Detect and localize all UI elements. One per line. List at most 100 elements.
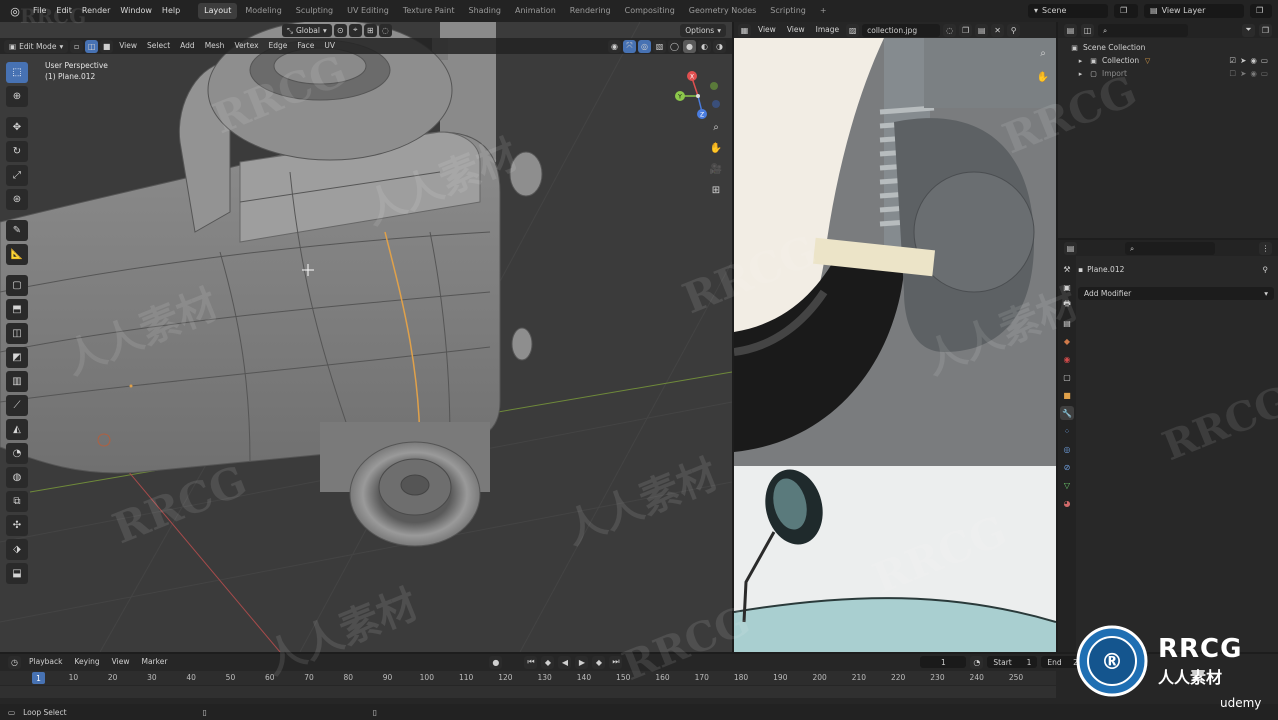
transform-tool-icon[interactable]: ⊛ bbox=[6, 189, 28, 210]
outliner-row-import[interactable]: ▸ ▢ Import ☐ ➤ ◉ ▭ bbox=[1058, 67, 1278, 80]
pan-hand-icon[interactable]: ✋ bbox=[707, 139, 725, 157]
menu-view[interactable]: View bbox=[115, 38, 141, 54]
perspective-grid-icon[interactable]: ⊞ bbox=[707, 181, 725, 199]
outliner-row-collection[interactable]: ▸ ▣ Collection ▽ ☑ ➤ ◉ ▭ bbox=[1058, 54, 1278, 67]
spin-tool-icon[interactable]: ◔ bbox=[6, 443, 28, 464]
vertex-select-icon[interactable]: ▫ bbox=[70, 39, 84, 53]
knife-tool-icon[interactable]: ⟋ bbox=[6, 395, 28, 416]
camera-icon[interactable]: ▭ bbox=[1261, 69, 1268, 78]
shrink-fatten-tool-icon[interactable]: ✣ bbox=[6, 515, 28, 536]
menu-edit[interactable]: Edit bbox=[51, 0, 77, 22]
cursor-tool-icon[interactable]: ⊕ bbox=[6, 86, 28, 107]
bevel-tool-icon[interactable]: ◩ bbox=[6, 347, 28, 368]
menu-help[interactable]: Help bbox=[157, 0, 185, 22]
editor-type-icon[interactable]: ▤ bbox=[1064, 23, 1077, 37]
material-tab-icon[interactable]: ◕ bbox=[1060, 496, 1074, 510]
select-arrow-icon[interactable]: ➤ bbox=[1240, 56, 1246, 65]
mode-dropdown[interactable]: ▣ Edit Mode ▾ bbox=[4, 39, 69, 53]
expand-arrow-icon[interactable]: ▸ bbox=[1076, 69, 1085, 78]
xray-toggle-icon[interactable]: ▧ bbox=[653, 39, 666, 53]
tab-geometry-nodes[interactable]: Geometry Nodes bbox=[683, 3, 762, 19]
menu-image[interactable]: Image bbox=[812, 22, 844, 38]
select-arrow-icon[interactable]: ➤ bbox=[1240, 69, 1246, 78]
play-icon[interactable]: ▶ bbox=[575, 655, 589, 669]
scene-tab-icon[interactable]: ◆ bbox=[1060, 334, 1074, 348]
close-icon[interactable]: ✕ bbox=[991, 23, 1005, 37]
menu-mesh[interactable]: Mesh bbox=[201, 38, 229, 54]
view-layer-browse-button[interactable]: ❐ bbox=[1250, 4, 1272, 18]
timeline-track[interactable] bbox=[0, 686, 1056, 698]
editor-type-icon[interactable]: ▦ bbox=[738, 23, 751, 37]
scene-selector[interactable]: ▾ Scene bbox=[1028, 4, 1108, 18]
rotate-tool-icon[interactable]: ↻ bbox=[6, 141, 28, 162]
menu-add[interactable]: Add bbox=[176, 38, 199, 54]
menu-view[interactable]: View bbox=[754, 22, 780, 38]
shear-tool-icon[interactable]: ⬗ bbox=[6, 539, 28, 560]
tab-texture-paint[interactable]: Texture Paint bbox=[397, 3, 461, 19]
current-frame-field[interactable]: 1 bbox=[920, 656, 967, 668]
menu-vertex[interactable]: Vertex bbox=[230, 38, 262, 54]
fake-user-icon[interactable]: ◌ bbox=[943, 23, 957, 37]
extrude-tool-icon[interactable]: ⬒ bbox=[6, 299, 28, 320]
menu-keying[interactable]: Keying bbox=[70, 654, 103, 670]
tab-layout[interactable]: Layout bbox=[198, 3, 238, 19]
output-tab-icon[interactable]: 🖶 bbox=[1060, 298, 1074, 312]
camera-view-icon[interactable]: 🎥 bbox=[707, 160, 725, 178]
orientation-dropdown[interactable]: ⤡ Global ▾ bbox=[282, 23, 332, 37]
rip-region-tool-icon[interactable]: ⬓ bbox=[6, 563, 28, 584]
options-dropdown[interactable]: Options ▾ bbox=[680, 23, 726, 37]
display-mode-icon[interactable]: ◫ bbox=[1081, 23, 1094, 37]
face-select-icon[interactable]: ■ bbox=[100, 39, 114, 53]
menu-view[interactable]: View bbox=[108, 654, 134, 670]
object-tab-icon[interactable]: ■ bbox=[1060, 388, 1074, 402]
physics-tab-icon[interactable]: ◎ bbox=[1060, 442, 1074, 456]
pan-hand-icon[interactable]: ✋ bbox=[1034, 68, 1052, 86]
menu-render[interactable]: Render bbox=[77, 0, 115, 22]
visibility-icon[interactable]: ◉ bbox=[608, 39, 621, 53]
menu-window[interactable]: Window bbox=[115, 0, 157, 22]
editor-type-icon[interactable]: ▤ bbox=[1064, 241, 1077, 255]
start-frame-field[interactable]: Start 1 bbox=[987, 656, 1038, 668]
rendered-shading-icon[interactable]: ◑ bbox=[713, 39, 726, 53]
camera-icon[interactable]: ▭ bbox=[1261, 56, 1268, 65]
edge-select-icon[interactable]: ◫ bbox=[85, 39, 99, 53]
select-box-tool-icon[interactable]: ⬚ bbox=[6, 62, 28, 83]
scene-browse-button[interactable]: ❐ bbox=[1114, 4, 1138, 18]
jump-end-icon[interactable]: ⏭ bbox=[609, 655, 623, 669]
menu-face[interactable]: Face bbox=[293, 38, 318, 54]
snap-target-icon[interactable]: ⊞ bbox=[363, 23, 377, 37]
modifier-tab-icon[interactable]: 🔧 bbox=[1060, 406, 1074, 420]
eye-icon[interactable]: ◉ bbox=[1250, 69, 1257, 78]
outliner-search-input[interactable]: ⌕ bbox=[1098, 23, 1188, 37]
collection-tab-icon[interactable]: ▢ bbox=[1060, 370, 1074, 384]
view-layer-tab-icon[interactable]: ▤ bbox=[1060, 316, 1074, 330]
tab-shading[interactable]: Shading bbox=[462, 3, 507, 19]
new-image-icon[interactable]: ❐ bbox=[959, 23, 973, 37]
annotate-tool-icon[interactable]: ✎ bbox=[6, 220, 28, 241]
properties-search-input[interactable]: ⌕ bbox=[1125, 241, 1215, 255]
material-shading-icon[interactable]: ◐ bbox=[698, 39, 711, 53]
add-workspace-button[interactable]: + bbox=[814, 3, 833, 19]
timeline-ruler[interactable]: 10 20 30 40 50 60 70 80 90 100 110 120 130 140 150 160 1… bbox=[0, 671, 1056, 685]
play-reverse-icon[interactable]: ◀ bbox=[558, 655, 572, 669]
view-layer-selector[interactable]: ▤ View Layer bbox=[1144, 4, 1244, 18]
snap-icon[interactable]: ⌖ bbox=[348, 23, 362, 37]
image-browse-icon[interactable]: ▨ bbox=[846, 23, 860, 37]
scale-tool-icon[interactable]: ⤢ bbox=[6, 165, 28, 186]
expand-arrow-icon[interactable]: ▸ bbox=[1076, 56, 1085, 65]
properties-editor[interactable]: ▤ ⌕ ⋮ ⚒ ▣ 🖶 ▤ ◆ ◉ ▢ ■ 🔧 ⁘ ◎ ⊘ ▽ ◕ ▪ Plan… bbox=[1058, 240, 1278, 652]
wireframe-shading-icon[interactable]: ◯ bbox=[668, 39, 681, 53]
next-keyframe-icon[interactable]: ◆ bbox=[592, 655, 606, 669]
render-tab-icon[interactable]: ▣ bbox=[1060, 280, 1074, 294]
add-cube-tool-icon[interactable]: ▢ bbox=[6, 275, 28, 296]
measure-tool-icon[interactable]: 📐 bbox=[6, 244, 28, 265]
inset-tool-icon[interactable]: ◫ bbox=[6, 323, 28, 344]
jump-start-icon[interactable]: ⏮ bbox=[524, 655, 538, 669]
prev-keyframe-icon[interactable]: ◆ bbox=[541, 655, 555, 669]
tab-animation[interactable]: Animation bbox=[509, 3, 562, 19]
tab-sculpting[interactable]: Sculpting bbox=[290, 3, 339, 19]
constraints-tab-icon[interactable]: ⊘ bbox=[1060, 460, 1074, 474]
filter-icon[interactable]: ⏷ bbox=[1242, 23, 1255, 37]
eye-icon[interactable]: ◉ bbox=[1250, 56, 1257, 65]
menu-view-2[interactable]: View bbox=[783, 22, 809, 38]
